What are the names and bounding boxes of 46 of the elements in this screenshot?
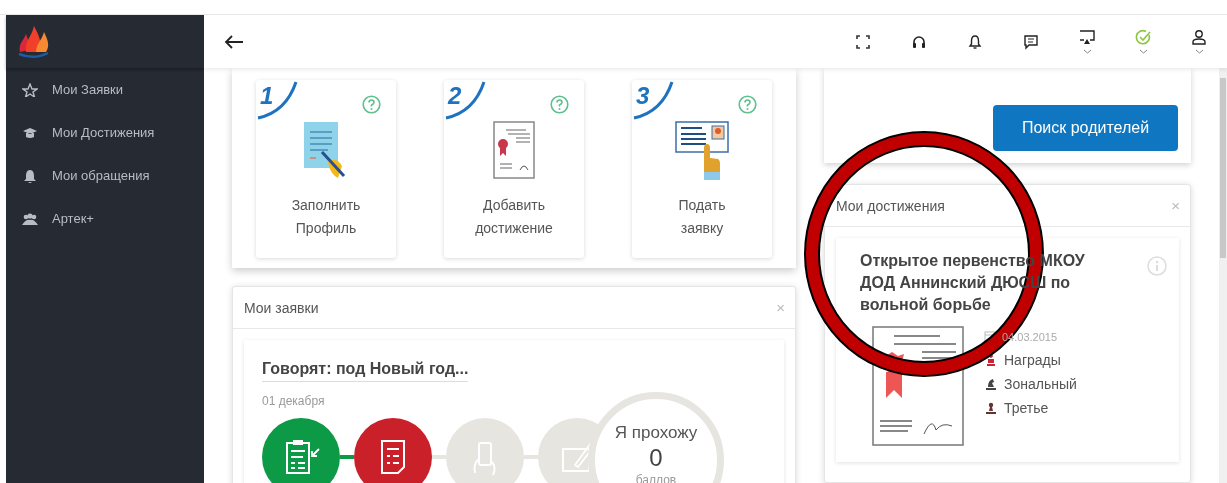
step-tile[interactable]: 1 Заполнить Профиль [256,80,396,258]
step-label: Заполнить Профиль [290,196,362,238]
sidebar-item[interactable]: Мои Заявки [6,68,204,111]
help-icon[interactable] [738,95,757,114]
bell-icon [22,168,38,183]
step-number: 1 [260,82,274,110]
award-icon [984,353,998,367]
step-tile[interactable]: 3 Подать заявку [632,80,772,258]
screen-icon[interactable] [1079,29,1095,45]
help-icon[interactable] [550,95,569,114]
calendar-icon [984,330,998,344]
fullscreen-icon[interactable] [855,33,871,50]
score-caption: Я прохожу [614,423,698,443]
headset-icon[interactable] [911,33,927,50]
star-icon [22,82,38,97]
step-number: 2 [448,82,462,110]
scrollbar[interactable] [1219,68,1227,483]
step-label: Добавить достижение [474,196,554,238]
panel-title: Мои заявки [244,299,319,316]
help-icon[interactable] [362,95,381,114]
sidebar-item[interactable]: Мои Достижения [6,111,204,154]
check-circle-icon[interactable] [1135,29,1151,45]
chevron-down-icon[interactable] [1194,49,1204,54]
back-arrow-icon[interactable] [224,34,244,49]
chess-knight-icon [984,377,998,391]
sidebar-item[interactable]: Артек+ [6,197,204,240]
graduation-cap-icon [22,125,38,140]
sidebar-item[interactable]: Мои обращения [6,154,204,197]
search-parents-button[interactable]: Поиск родителей [993,105,1178,151]
chevron-down-icon[interactable] [1138,49,1148,54]
chat-icon[interactable] [1023,33,1039,50]
achievement-detail: Награды [1004,352,1061,368]
achievement-detail: Третье [1004,400,1049,416]
achievement-detail: Зональный [1004,376,1077,392]
application-date: 01 декабря [262,394,326,408]
bell-icon[interactable] [967,33,983,50]
step-number: 3 [636,82,650,110]
chevron-down-icon[interactable] [1082,49,1092,54]
people-icon [22,211,38,226]
panel-title: Мои достижения [836,197,945,214]
step-tile[interactable]: 2 Добавить достижение [444,80,584,258]
user-icon[interactable] [1191,29,1207,45]
score-value: 0 [649,444,663,472]
step-label: Подать заявку [677,196,727,238]
chess-pawn-icon [984,401,998,415]
application-title[interactable]: Говорят: под Новый год... [262,360,469,382]
